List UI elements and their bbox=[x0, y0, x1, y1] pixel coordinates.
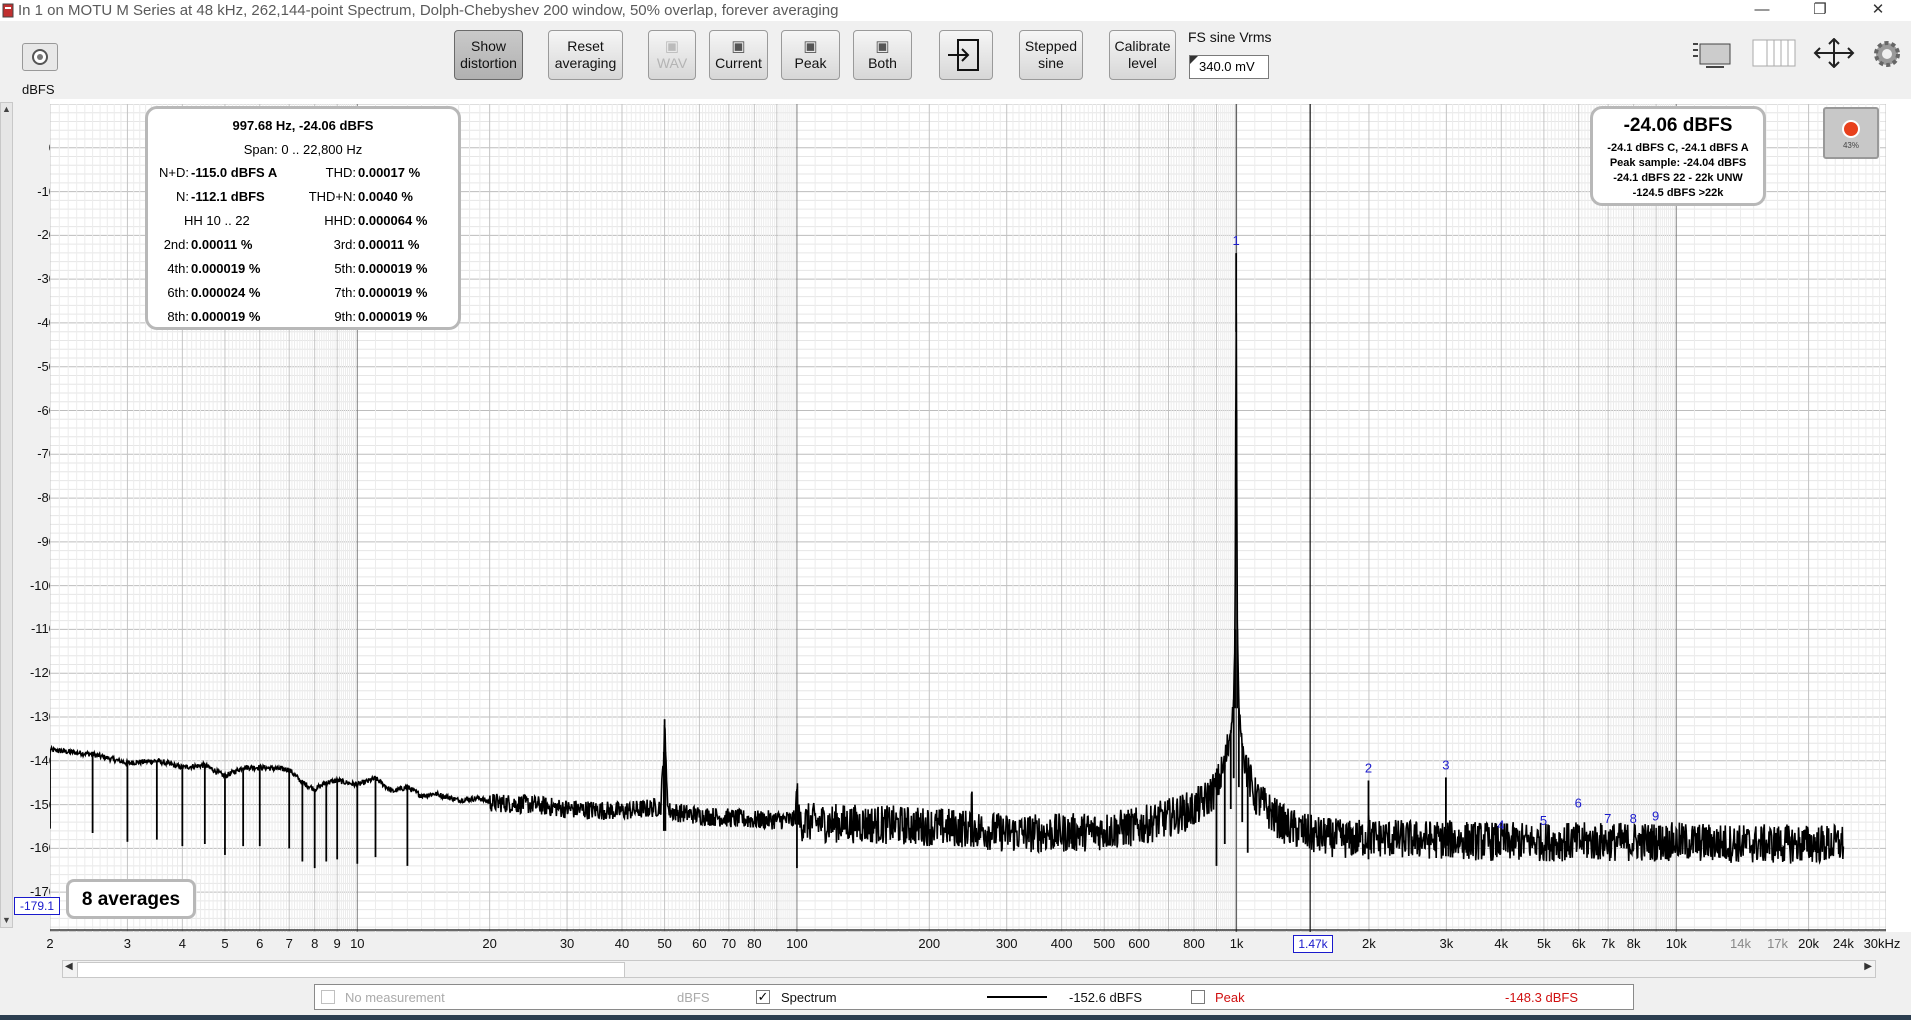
no-measurement-checkbox[interactable] bbox=[321, 990, 335, 1004]
spectrum-value: -152.6 dBFS bbox=[1069, 990, 1142, 1005]
save-disk-icon: ▣ bbox=[803, 37, 818, 55]
x-tick-label: 20 bbox=[482, 936, 497, 951]
legend-bar: No measurement dBFS ✓ Spectrum -152.6 dB… bbox=[314, 984, 1634, 1010]
distortion-cell-value: 0.0040 % bbox=[358, 189, 413, 204]
distortion-cell-label: HHD: bbox=[324, 213, 356, 228]
harmonic-marker-label: 6 bbox=[1575, 796, 1582, 811]
distortion-cell-label: 9th: bbox=[334, 309, 356, 324]
spectrum-checkbox[interactable]: ✓ bbox=[756, 990, 770, 1004]
x-tick-label: 300 bbox=[995, 936, 1018, 951]
save-disk-icon: ▣ bbox=[731, 37, 746, 55]
scroll-left-arrow-icon[interactable]: ◀ bbox=[65, 961, 73, 972]
x-tick-label: 3 bbox=[123, 936, 132, 951]
x-tick-label: 200 bbox=[918, 936, 941, 951]
x-tick-label: 3k bbox=[1439, 936, 1454, 951]
harmonic-marker-label: 9 bbox=[1652, 809, 1659, 824]
gear-icon[interactable] bbox=[1871, 38, 1903, 70]
fs-sine-label: FS sine Vrms bbox=[1188, 29, 1272, 45]
peak-value: -148.3 dBFS bbox=[1505, 990, 1578, 1005]
title-bar: In 1 on MOTU M Series at 48 kHz, 262,144… bbox=[0, 0, 1911, 21]
distortion-cell-label: 5th: bbox=[334, 261, 356, 276]
distortion-header: 997.68 Hz, -24.06 dBFS bbox=[232, 118, 374, 133]
save-peak-button[interactable]: ▣ Peak bbox=[781, 30, 840, 80]
distortion-cell-value: 0.00011 % bbox=[358, 237, 420, 252]
distortion-cell-value: 0.000019 % bbox=[358, 261, 428, 276]
distortion-cell-label: THD+N: bbox=[308, 189, 356, 204]
x-tick-label: 600 bbox=[1128, 936, 1150, 951]
spectrum-plot[interactable]: 1 2 3 4 5 6 7 89 997.68 Hz, -24.06 dBFS Span: 0… bbox=[50, 104, 1886, 932]
scroll-down-arrow-icon[interactable]: ▼ bbox=[2, 915, 11, 925]
stepped-sine-button[interactable]: Stepped sine bbox=[1019, 30, 1083, 80]
harmonic-marker-label: 5 bbox=[1540, 813, 1547, 828]
level-details: -24.1 dBFS C, -24.1 dBFS A Peak sample: … bbox=[1607, 142, 1749, 199]
calibrate-level-button[interactable]: Calibrate level bbox=[1109, 30, 1176, 80]
restore-button[interactable]: ❐ bbox=[1800, 0, 1840, 21]
export-icon bbox=[948, 39, 979, 71]
averages-box: 8 averages bbox=[66, 879, 196, 919]
scroll-up-arrow-icon[interactable]: ▲ bbox=[2, 104, 11, 114]
record-led-icon bbox=[1842, 120, 1860, 138]
harmonic-marker-label: 2 bbox=[1365, 760, 1372, 775]
x-tick-label: 30 bbox=[559, 936, 575, 951]
app-icon bbox=[2, 3, 14, 18]
level-main: -24.06 dBFS bbox=[1623, 115, 1733, 136]
harmonic-marker-label: 7 bbox=[1604, 811, 1611, 826]
x-tick-label: 10k bbox=[1665, 936, 1687, 951]
save-both-button[interactable]: ▣ Both bbox=[853, 30, 912, 80]
distortion-cell-label: 7th: bbox=[334, 285, 356, 300]
save-wav-button[interactable]: ▣ WAV bbox=[648, 30, 696, 80]
fs-sine-input[interactable]: 340.0 mV bbox=[1189, 55, 1269, 79]
x-tick-label: 100 bbox=[786, 936, 808, 951]
x-tick-label: 2k bbox=[1362, 936, 1376, 951]
distortion-cell-label: 3rd: bbox=[333, 237, 356, 252]
save-disk-icon: ▣ bbox=[875, 37, 890, 55]
cursor-freq-readout[interactable]: 1.47k bbox=[1293, 935, 1333, 953]
window-title: In 1 on MOTU M Series at 48 kHz, 262,144… bbox=[18, 2, 839, 19]
distortion-cell-value: 0.000019 % bbox=[358, 285, 428, 300]
distortion-span: Span: 0 .. 22,800 Hz bbox=[243, 142, 363, 157]
level-info-box[interactable]: -24.06 dBFS -24.1 dBFS C, -24.1 dBFS A P… bbox=[1590, 106, 1766, 206]
no-measurement-unit: dBFS bbox=[677, 990, 710, 1005]
x-tick-label: 10 bbox=[350, 936, 365, 951]
reset-averaging-button[interactable]: Reset averaging bbox=[548, 30, 623, 80]
harmonic-marker-label: 3 bbox=[1442, 757, 1449, 772]
distortion-cell-value: 0.000019 % bbox=[358, 309, 428, 324]
distortion-info-box[interactable]: 997.68 Hz, -24.06 dBFS Span: 0 .. 22,800… bbox=[145, 106, 461, 330]
dropdown-corner-icon bbox=[1190, 56, 1198, 64]
spectrum-line-swatch bbox=[987, 996, 1047, 998]
y-scrollbar[interactable] bbox=[0, 102, 13, 928]
record-level-indicator[interactable]: 43% bbox=[1823, 107, 1879, 159]
save-disk-icon: ▣ bbox=[664, 37, 680, 55]
spectrum-label: Spectrum bbox=[781, 990, 837, 1005]
show-distortion-button[interactable]: Show distortion bbox=[454, 30, 523, 80]
scroll-right-arrow-icon[interactable]: ▶ bbox=[1864, 961, 1872, 972]
fit-arrows-icon[interactable] bbox=[1812, 37, 1856, 69]
bottom-strip bbox=[0, 1015, 1911, 1020]
cursor-level-readout[interactable]: -179.1 bbox=[14, 897, 60, 915]
save-current-button[interactable]: ▣ Current bbox=[709, 30, 768, 80]
distortion-cell-value: 0.00017 % bbox=[358, 165, 421, 180]
peak-label: Peak bbox=[1215, 990, 1245, 1005]
export-button[interactable] bbox=[939, 30, 993, 80]
x-scrollbar[interactable]: ◀ ▶ bbox=[62, 960, 1876, 978]
no-measurement-label: No measurement bbox=[345, 990, 445, 1005]
close-button[interactable]: ✕ bbox=[1858, 0, 1898, 21]
distortion-cell-value: 0.000064 % bbox=[358, 213, 428, 228]
x-scrollbar-thumb[interactable] bbox=[77, 962, 625, 978]
camera-icon[interactable] bbox=[22, 43, 58, 71]
x-tick-label: 30kHz bbox=[1863, 936, 1901, 951]
harmonic-marker-label: 8 bbox=[1630, 811, 1637, 826]
harmonic-marker-label: 1 bbox=[1233, 233, 1240, 248]
y-axis-unit-label: dBFS bbox=[22, 82, 55, 97]
x-tick-label: 1k bbox=[1229, 936, 1244, 951]
minimize-button[interactable]: — bbox=[1742, 0, 1782, 21]
columns-icon[interactable] bbox=[1752, 38, 1796, 68]
x-tick-label: 2 bbox=[46, 936, 54, 951]
distortion-cell-label: THD: bbox=[325, 165, 356, 180]
layout-icon[interactable] bbox=[1690, 38, 1736, 70]
harmonic-marker-label: 4 bbox=[1497, 817, 1504, 832]
peak-checkbox[interactable] bbox=[1191, 990, 1205, 1004]
